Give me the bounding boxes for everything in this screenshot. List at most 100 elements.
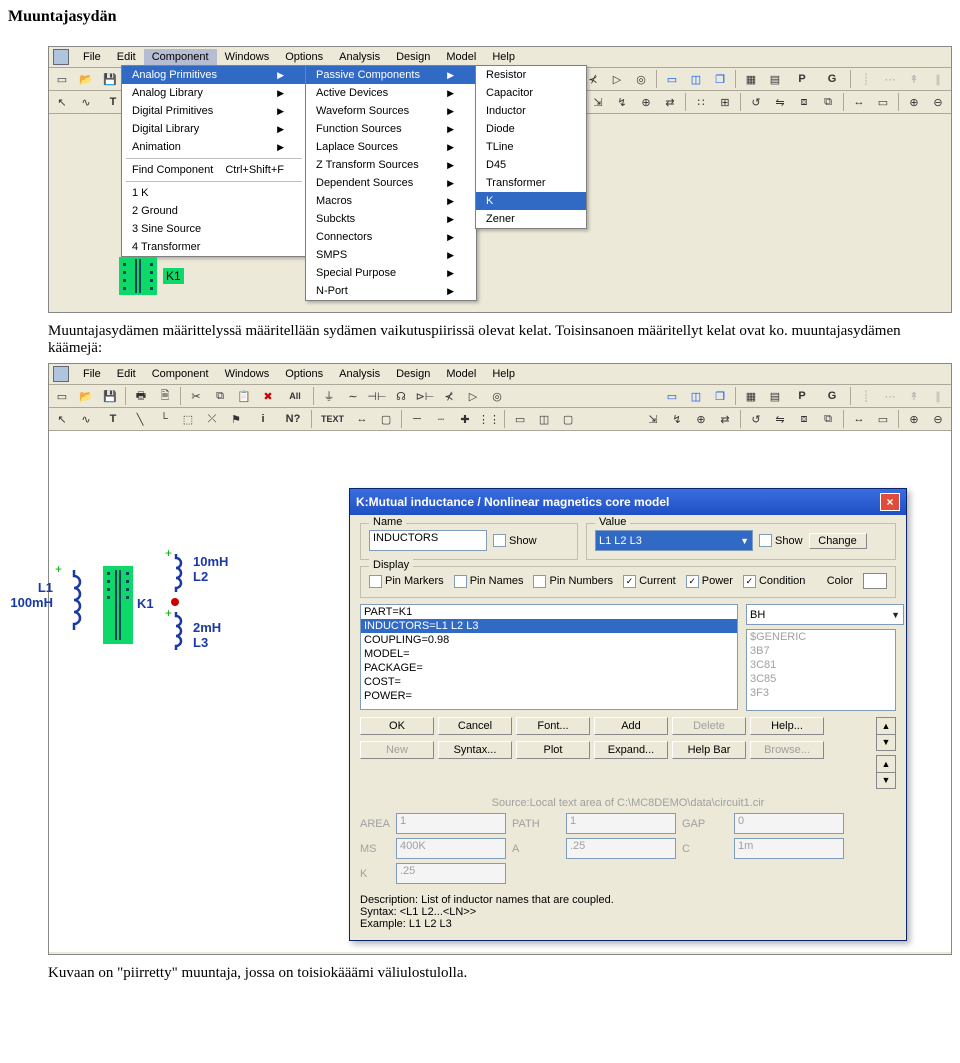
scope-icon[interactable]: ↯ bbox=[613, 93, 631, 111]
param-inductors[interactable]: INDUCTORS=L1 L2 L3 bbox=[361, 619, 737, 633]
menu-digital-primitives[interactable]: Digital Primitives▶ bbox=[122, 102, 306, 120]
menu-windows[interactable]: Windows bbox=[217, 366, 278, 382]
comp-icon[interactable]: ▦ bbox=[742, 387, 760, 405]
menu-model[interactable]: Model bbox=[438, 49, 484, 65]
expand-button[interactable]: Expand... bbox=[594, 741, 668, 759]
menu-analysis[interactable]: Analysis bbox=[331, 49, 388, 65]
group-icon[interactable]: ⧈ bbox=[795, 410, 813, 428]
menu-design[interactable]: Design bbox=[388, 49, 438, 65]
ruler-icon[interactable]: ⊞ bbox=[716, 93, 734, 111]
new-file-icon[interactable]: ▭ bbox=[53, 387, 71, 405]
chk-pinnames[interactable]: Pin Names bbox=[454, 575, 524, 588]
grid-icon[interactable]: ∷ bbox=[692, 93, 710, 111]
text-tool[interactable]: T bbox=[101, 410, 125, 428]
open-file-icon[interactable]: 📂 bbox=[77, 70, 95, 88]
rect2-icon[interactable]: ◫ bbox=[535, 410, 553, 428]
cancel-button[interactable]: Cancel bbox=[438, 717, 512, 735]
draw-grid-icon[interactable]: ⋮⋮ bbox=[480, 410, 498, 428]
param-coupling[interactable]: COUPLING=0.98 bbox=[361, 633, 737, 647]
dialog-titlebar[interactable]: K:Mutual inductance / Nonlinear magnetic… bbox=[350, 489, 906, 515]
menu-edit[interactable]: Edit bbox=[109, 49, 144, 65]
submenu-macros[interactable]: Macros▶ bbox=[306, 192, 476, 210]
calc-icon[interactable]: ▤ bbox=[766, 70, 784, 88]
helpbar-button[interactable]: Help Bar bbox=[672, 741, 746, 759]
font-button[interactable]: Font... bbox=[516, 717, 590, 735]
comp-resistor[interactable]: Resistor bbox=[476, 66, 586, 84]
spinner-2[interactable]: ▲▼ bbox=[876, 755, 896, 789]
menu-analog-primitives[interactable]: Analog Primitives▶ bbox=[122, 66, 306, 84]
btn-g[interactable]: G bbox=[820, 387, 844, 405]
chk-condition[interactable]: ✓Condition bbox=[743, 575, 805, 588]
submenu-connectors[interactable]: Connectors▶ bbox=[306, 228, 476, 246]
wire-icon[interactable]: ∿ bbox=[77, 93, 95, 111]
text-mode[interactable]: TEXT bbox=[318, 410, 347, 428]
comp-d45[interactable]: D45 bbox=[476, 156, 586, 174]
npn-icon[interactable]: ⊀ bbox=[440, 387, 458, 405]
btn-g[interactable]: G bbox=[820, 70, 844, 88]
menu-file[interactable]: File bbox=[75, 49, 109, 65]
save-file-icon[interactable]: 💾 bbox=[101, 70, 119, 88]
comp-zener[interactable]: Zener bbox=[476, 210, 586, 228]
ok-button[interactable]: OK bbox=[360, 717, 434, 735]
submenu-waveform[interactable]: Waveform Sources▶ bbox=[306, 102, 476, 120]
comp-k[interactable]: K bbox=[476, 192, 586, 210]
menu-animation[interactable]: Animation▶ bbox=[122, 138, 306, 156]
help-icon[interactable]: N? bbox=[281, 410, 305, 428]
plot-button[interactable]: Plot bbox=[516, 741, 590, 759]
mirror-icon[interactable]: ⇋ bbox=[771, 410, 789, 428]
source-icon[interactable]: ◎ bbox=[632, 70, 650, 88]
component-icon[interactable]: ▦ bbox=[742, 70, 760, 88]
rotate-icon[interactable]: ↺ bbox=[747, 93, 765, 111]
print-icon[interactable]: 🖶 bbox=[132, 387, 150, 405]
rect3-icon[interactable]: ▢ bbox=[559, 410, 577, 428]
menu-component[interactable]: Component bbox=[144, 366, 217, 382]
submenu-function[interactable]: Function Sources▶ bbox=[306, 120, 476, 138]
rotate-icon[interactable]: ↺ bbox=[747, 410, 765, 428]
wire-icon[interactable]: ∿ bbox=[77, 410, 95, 428]
node-icon[interactable]: ⊕ bbox=[637, 93, 655, 111]
menu-options[interactable]: Options bbox=[277, 49, 331, 65]
comp-diode[interactable]: Diode bbox=[476, 120, 586, 138]
name-field[interactable]: INDUCTORS bbox=[369, 530, 487, 551]
comp-inductor[interactable]: Inductor bbox=[476, 102, 586, 120]
zoom-rect-icon[interactable]: ▭ bbox=[874, 410, 892, 428]
menu-file[interactable]: File bbox=[75, 366, 109, 382]
submenu-special[interactable]: Special Purpose▶ bbox=[306, 264, 476, 282]
line-icon[interactable]: ╲ bbox=[131, 410, 149, 428]
value-show-check[interactable]: Show bbox=[759, 534, 803, 547]
window3-icon[interactable]: ❐ bbox=[711, 70, 729, 88]
change-button[interactable]: Change bbox=[809, 533, 867, 549]
zoom-rect-icon[interactable]: ▭ bbox=[874, 93, 892, 111]
fit-icon[interactable]: ↔ bbox=[850, 93, 868, 111]
add-button[interactable]: Add bbox=[594, 717, 668, 735]
comp-transformer[interactable]: Transformer bbox=[476, 174, 586, 192]
chk-power[interactable]: ✓Power bbox=[686, 575, 733, 588]
source2-icon[interactable]: ◎ bbox=[488, 387, 506, 405]
model-list[interactable]: $GENERIC 3B7 3C81 3C85 3F3 bbox=[746, 629, 896, 711]
diode2-icon[interactable]: ⊳⊢ bbox=[416, 387, 434, 405]
link-icon[interactable]: ⇄ bbox=[716, 410, 734, 428]
draw-dotted-icon[interactable]: ┄ bbox=[432, 410, 450, 428]
chk-pinmarkers[interactable]: Pin Markers bbox=[369, 575, 444, 588]
model-combo[interactable]: BH▼ bbox=[746, 604, 904, 625]
calc-icon[interactable]: ▤ bbox=[766, 387, 784, 405]
ground-icon[interactable]: ⏚ bbox=[320, 387, 338, 405]
new-file-icon[interactable]: ▭ bbox=[53, 70, 71, 88]
menu-options[interactable]: Options bbox=[277, 366, 331, 382]
menu-component[interactable]: Component bbox=[144, 49, 217, 65]
flag-icon[interactable]: ⚑ bbox=[227, 410, 245, 428]
menu-analog-library[interactable]: Analog Library▶ bbox=[122, 84, 306, 102]
comp-tline[interactable]: TLine bbox=[476, 138, 586, 156]
param-model[interactable]: MODEL= bbox=[361, 647, 737, 661]
zoom-in-icon[interactable]: ⊕ bbox=[905, 410, 923, 428]
value-field[interactable]: L1 L2 L3▼ bbox=[595, 530, 753, 551]
submenu-dependent[interactable]: Dependent Sources▶ bbox=[306, 174, 476, 192]
close-icon[interactable]: × bbox=[880, 493, 900, 511]
name-show-check[interactable]: Show bbox=[493, 534, 537, 547]
menu-recent-3[interactable]: 3 Sine Source bbox=[122, 220, 306, 238]
rect1-icon[interactable]: ▭ bbox=[511, 410, 529, 428]
spinner-1[interactable]: ▲▼ bbox=[876, 717, 896, 751]
menu-recent-2[interactable]: 2 Ground bbox=[122, 202, 306, 220]
move-icon[interactable]: ↔ bbox=[353, 410, 371, 428]
chk-current[interactable]: ✓Current bbox=[623, 575, 676, 588]
